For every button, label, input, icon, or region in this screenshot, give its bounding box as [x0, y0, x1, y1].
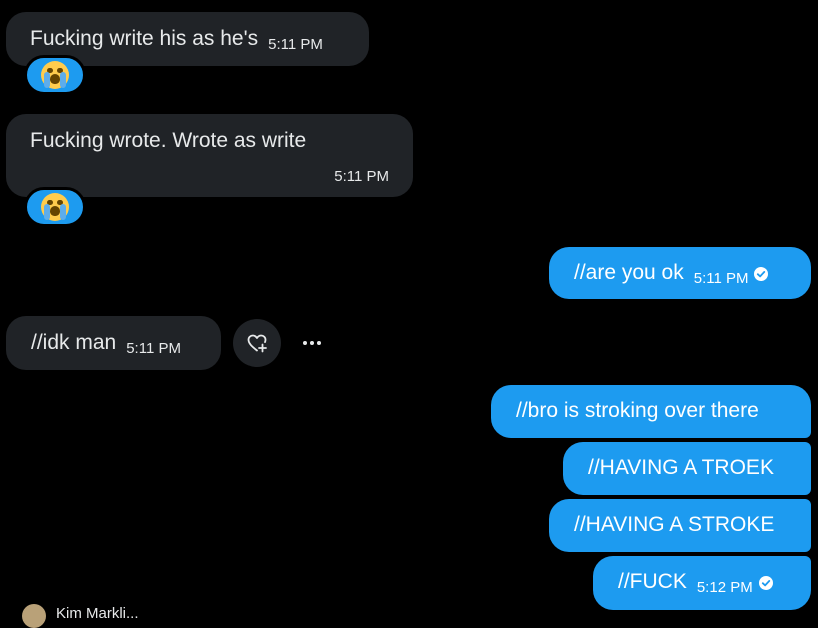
- message-bubble-incoming[interactable]: Fucking wrote. Wrote as write 5:11 PM: [6, 114, 413, 197]
- message-text: //bro is stroking over there: [516, 399, 759, 422]
- message-text: Fucking write his as he's: [30, 27, 259, 50]
- message-timestamp: 5:11 PM: [334, 168, 389, 185]
- message-text: //idk man: [31, 331, 117, 354]
- message-bubble-outgoing[interactable]: //FUCK 5:12 PM: [593, 556, 811, 610]
- loudly-crying-face-icon: [41, 193, 69, 221]
- more-options-button[interactable]: [294, 325, 330, 361]
- read-receipt-check-icon: [758, 576, 773, 590]
- reaction-badge[interactable]: [24, 55, 86, 95]
- message-timestamp: 5:11 PM: [268, 36, 323, 53]
- message-text: //FUCK: [618, 570, 687, 593]
- message-timestamp: 5:12 PM: [696, 579, 753, 596]
- message-bubble-outgoing[interactable]: //HAVING A STROKE: [549, 499, 811, 552]
- heart-plus-icon: [247, 334, 267, 353]
- ellipsis-icon: [303, 341, 321, 345]
- read-receipt-check-icon: [754, 267, 769, 281]
- message-text: Fucking wrote. Wrote as write: [30, 129, 307, 152]
- message-bubble-outgoing[interactable]: //are you ok 5:11 PM: [549, 247, 811, 299]
- message-timestamp: 5:11 PM: [693, 270, 749, 287]
- message-text: //HAVING A STROKE: [574, 513, 775, 536]
- message-bubble-outgoing[interactable]: //HAVING A TROEK: [563, 442, 811, 495]
- message-bubble-incoming[interactable]: //idk man 5:11 PM: [6, 316, 221, 370]
- add-reaction-button[interactable]: [233, 319, 281, 367]
- message-timestamp: 5:11 PM: [126, 340, 181, 357]
- reaction-badge[interactable]: [24, 187, 86, 227]
- participant-status-row: Kim Markli...: [22, 604, 139, 628]
- participant-name: Kim Markli...: [56, 605, 139, 622]
- avatar: [22, 604, 46, 628]
- message-bubble-outgoing[interactable]: //bro is stroking over there: [491, 385, 811, 438]
- message-text: //HAVING A TROEK: [588, 456, 774, 479]
- loudly-crying-face-icon: [41, 61, 69, 89]
- message-text: //are you ok: [574, 261, 684, 284]
